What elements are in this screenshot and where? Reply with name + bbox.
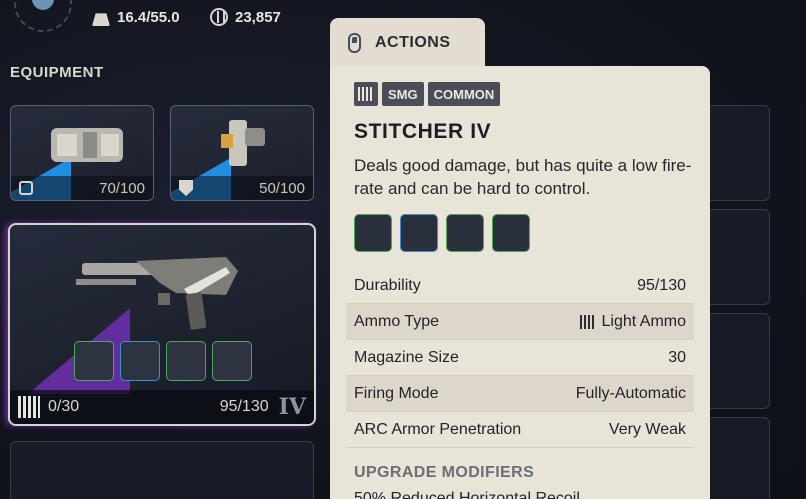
- weapon-mod-stock[interactable]: [212, 341, 252, 381]
- stat-label: Firing Mode: [354, 384, 439, 402]
- mod-magazine-icon: [446, 214, 484, 252]
- weapon-mod-grip[interactable]: [120, 341, 160, 381]
- item-name: STITCHER IV: [354, 120, 492, 143]
- mouse-icon: [348, 33, 361, 53]
- shield-durability: 50/100: [259, 179, 305, 197]
- stat-value: 30: [668, 348, 686, 366]
- link-icon: [19, 181, 33, 195]
- stat-value: Very Weak: [608, 420, 686, 438]
- ammo-icon: [18, 396, 40, 418]
- shield-item-icon: [221, 120, 265, 166]
- stat-row: Ammo Type Light Ammo: [346, 304, 694, 340]
- stat-label: Ammo Type: [354, 312, 440, 330]
- item-tooltip: SMG COMMON STITCHER IV Deals good damage…: [330, 66, 710, 499]
- currency-value: 23,857: [235, 8, 281, 26]
- weight-value: 16.4/55.0: [117, 8, 180, 26]
- stat-label: Durability: [354, 276, 421, 294]
- tag-class: SMG: [382, 82, 424, 106]
- top-hud: 16.4/55.0 23,857: [0, 0, 330, 36]
- tag-rarity: COMMON: [427, 82, 501, 106]
- weight-icon: [92, 13, 110, 26]
- ammo-type-tag-icon: [354, 82, 378, 106]
- stat-row: Firing Mode Fully-Automatic: [346, 376, 694, 412]
- stat-label: Magazine Size: [354, 348, 459, 366]
- backpack-slot[interactable]: [706, 417, 770, 499]
- upgrade-modifier-line: 50% Reduced Horizontal Recoil: [354, 490, 580, 499]
- currency-stat: 23,857: [210, 8, 281, 26]
- backpack-slot[interactable]: [706, 105, 770, 201]
- stats-table: Durability 95/130 Ammo Type Light Ammo M…: [346, 268, 694, 448]
- mod-stock-icon: [492, 214, 530, 252]
- weapon-tier-badge: IV: [278, 394, 306, 420]
- stat-label: ARC Armor Penetration: [354, 420, 522, 438]
- stat-row: Durability 95/130: [346, 268, 694, 304]
- shield-icon: [179, 180, 193, 196]
- stat-value: 95/130: [637, 276, 686, 294]
- augment-slot[interactable]: 70/100: [10, 105, 154, 201]
- item-tags: SMG COMMON: [354, 82, 694, 106]
- upgrade-modifiers-title: UPGRADE MODIFIERS: [354, 464, 535, 481]
- weapon-durability: 95/130: [219, 398, 269, 415]
- faction-logo-icon: [14, 0, 72, 32]
- item-description: Deals good damage, but has quite a low f…: [354, 156, 692, 198]
- weapon-ammo: 0/30: [48, 398, 80, 415]
- mod-grip-icon: [400, 214, 438, 252]
- stat-row: ARC Armor Penetration Very Weak: [346, 412, 694, 448]
- equipment-title: EQUIPMENT: [10, 64, 104, 81]
- smg-weapon-icon: [76, 257, 238, 330]
- stat-value: Fully-Automatic: [575, 384, 686, 402]
- actions-tab[interactable]: ACTIONS: [330, 18, 485, 68]
- tooltip-mods: [354, 214, 694, 252]
- augment-item-icon: [51, 128, 123, 162]
- weapon-slot[interactable]: 0/30 95/130 IV: [8, 223, 316, 426]
- weapon-mod-muzzle[interactable]: [74, 341, 114, 381]
- backpack-slot[interactable]: [706, 209, 770, 305]
- empty-weapon-slot[interactable]: [10, 441, 314, 499]
- coin-icon: [210, 8, 228, 26]
- backpack-slot[interactable]: [706, 313, 770, 409]
- mod-muzzle-icon: [354, 214, 392, 252]
- stat-row: Magazine Size 30: [346, 340, 694, 376]
- light-ammo-icon: [579, 314, 596, 329]
- weight-stat: 16.4/55.0: [92, 8, 180, 26]
- shield-slot[interactable]: 50/100: [170, 105, 314, 201]
- augment-durability: 70/100: [99, 179, 145, 197]
- weapon-mod-magazine[interactable]: [166, 341, 206, 381]
- stat-value: Light Ammo: [579, 312, 686, 331]
- ammo-type-value: Light Ammo: [601, 312, 686, 330]
- actions-tab-label: ACTIONS: [375, 34, 451, 51]
